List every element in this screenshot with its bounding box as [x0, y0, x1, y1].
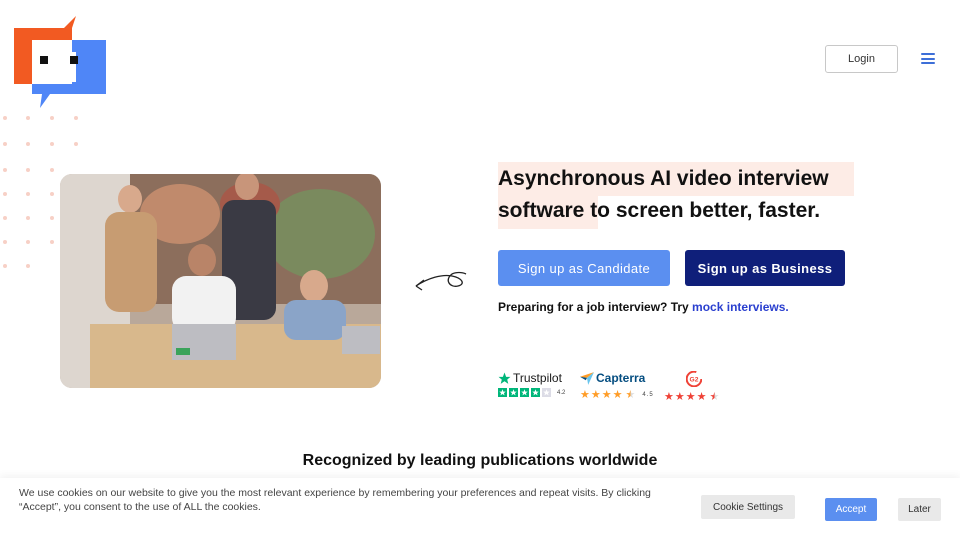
headline-line1: Asynchronous AI video interview — [498, 167, 829, 190]
chat-bubble-logo-icon[interactable] — [14, 14, 106, 108]
capterra-logo-icon — [580, 371, 594, 385]
trustpilot-score: 4.2 — [557, 389, 566, 396]
hero-headline: Asynchronous AI video interview software… — [498, 163, 878, 227]
g2-stars: ★★★★ ★ — [664, 391, 721, 403]
trustpilot-stars: 4.2 — [498, 388, 565, 397]
trustpilot-brand: Trustpilot — [513, 371, 562, 385]
g2-brand: G2 — [690, 377, 699, 384]
capterra-brand: Capterra — [596, 371, 646, 385]
login-button[interactable]: Login — [825, 45, 898, 73]
headline-highlight-word: software — [498, 199, 585, 222]
publications-heading: Recognized by leading publications world… — [302, 452, 658, 469]
hamburger-menu-icon[interactable] — [921, 53, 935, 64]
accept-cookies-button[interactable]: Accept — [825, 498, 877, 521]
g2-logo-icon: G2 — [686, 371, 702, 387]
capterra-rating[interactable]: Capterra ★★★★ ★ 4.5 — [580, 371, 654, 405]
g2-rating[interactable]: G2 ★★★★ ★ — [664, 371, 724, 405]
cookie-settings-button[interactable]: Cookie Settings — [701, 495, 795, 519]
later-button[interactable]: Later — [898, 498, 941, 521]
mock-interviews-link[interactable]: mock interviews. — [692, 300, 789, 314]
cookie-consent-text: We use cookies on our website to give yo… — [19, 487, 651, 513]
mock-interview-prompt: Preparing for a job interview? Try mock … — [498, 300, 789, 314]
trustpilot-star-icon — [498, 372, 511, 384]
capterra-score: 4.5 — [642, 391, 654, 398]
capterra-stars: ★★★★ ★ 4.5 — [580, 389, 654, 401]
trustpilot-rating[interactable]: Trustpilot 4.2 — [498, 371, 565, 405]
curly-arrow-doodle-icon — [415, 271, 467, 291]
sign-up-business-button[interactable]: Sign up as Business — [685, 250, 845, 286]
team-around-laptop-photo — [60, 174, 381, 388]
prep-text: Preparing for a job interview? Try — [498, 300, 693, 314]
sign-up-candidate-button[interactable]: Sign up as Candidate — [498, 250, 670, 286]
headline-line2-rest: to screen better, faster. — [584, 199, 821, 222]
